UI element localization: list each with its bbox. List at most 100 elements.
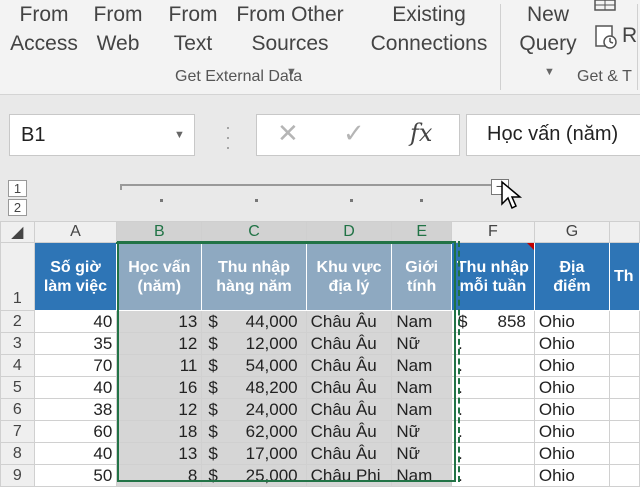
cell-location[interactable]: Ohio [533,442,610,465]
cell-empty[interactable] [608,376,640,399]
column-header-c[interactable]: C [201,221,307,244]
cell-region[interactable]: Châu Phi [305,464,393,487]
cell-region[interactable]: Châu Âu [305,442,393,465]
cell-empty[interactable] [608,420,640,443]
row-header[interactable]: 5 [0,376,35,399]
row-header[interactable]: 7 [0,420,35,443]
row-header[interactable]: 4 [0,354,35,377]
cell-education[interactable]: 18 [116,420,203,443]
cell-education[interactable]: 16 [116,376,203,399]
cell-hours[interactable]: 40 [33,376,118,399]
row-header[interactable]: 9 [0,464,35,487]
column-header-g[interactable]: G [533,221,610,243]
from-other-sources-button[interactable]: From Other Sources ▼ [232,0,348,78]
cell-weekly-income[interactable]: . [450,442,535,465]
cell-region[interactable]: Châu Âu [305,398,393,421]
column-header-h[interactable] [608,221,640,243]
row-header[interactable]: 8 [0,442,35,465]
cell-weekly-income[interactable]: . [450,398,535,421]
cell-empty[interactable] [608,310,640,333]
cell-region[interactable]: Châu Âu [305,376,393,399]
row-header[interactable]: 3 [0,332,35,355]
cell-location[interactable]: Ohio [533,420,610,443]
cell-hours[interactable]: 35 [33,332,118,355]
cell-hours[interactable]: 38 [33,398,118,421]
outline-level-1-button[interactable]: 1 [8,180,27,197]
row-header[interactable]: 2 [0,310,35,333]
cell-gender[interactable]: Nam [391,354,452,377]
name-box-dropdown-icon[interactable]: ▼ [174,129,185,141]
column-header-e[interactable]: E [391,221,452,244]
column-header-d[interactable]: D [305,221,393,244]
cell-annual-income[interactable]: $48,200 [201,376,307,399]
cell-region[interactable]: Châu Âu [305,354,393,377]
outline-level-2-button[interactable]: 2 [8,199,27,216]
header-cell-weekly-income[interactable]: Thu nhập mỗi tuần [450,242,535,311]
recent-sources-icon[interactable] [594,24,620,50]
formula-bar-grip-icon[interactable]: · · · [225,118,231,156]
header-cell-region[interactable]: Khu vực địa lý [305,242,393,311]
cell-gender[interactable]: Nam [391,376,452,399]
cell-empty[interactable] [608,354,640,377]
comment-indicator-icon[interactable] [526,243,534,250]
from-access-button[interactable]: From Access [10,0,78,62]
cell-gender[interactable]: Nữ [391,332,452,355]
cell-region[interactable]: Châu Âu [305,310,393,333]
cell-annual-income[interactable]: $44,000 [201,310,307,333]
cell-location[interactable]: Ohio [533,464,610,487]
cell-education[interactable]: 12 [116,398,203,421]
cell-empty[interactable] [608,332,640,355]
header-cell-education[interactable]: Học vấn (năm) [116,242,203,311]
header-cell-annual-income[interactable]: Thu nhập hàng năm [201,242,307,311]
from-text-button[interactable]: From Text [166,0,220,62]
cell-education[interactable]: 13 [116,442,203,465]
cell-gender[interactable]: Nữ [391,420,452,443]
from-web-button[interactable]: From Web [92,0,144,62]
cell-education[interactable]: 13 [116,310,203,333]
cell-empty[interactable] [608,442,640,465]
column-header-b[interactable]: B [116,221,203,244]
table-icon[interactable] [594,0,618,14]
row-header[interactable]: 6 [0,398,35,421]
cell-hours[interactable]: 70 [33,354,118,377]
select-all-corner[interactable]: ◢ [0,221,35,243]
cell-location[interactable]: Ohio [533,310,610,333]
cell-location[interactable]: Ohio [533,354,610,377]
header-cell-partial[interactable]: Th [608,242,640,311]
cell-weekly-income[interactable]: . [450,464,535,487]
cell-location[interactable]: Ohio [533,376,610,399]
cell-weekly-income[interactable]: . [450,420,535,443]
cell-gender[interactable]: Nữ [391,442,452,465]
cell-location[interactable]: Ohio [533,332,610,355]
cell-education[interactable]: 11 [116,354,203,377]
header-cell-location[interactable]: Địa điểm [533,242,610,311]
cell-empty[interactable] [608,464,640,487]
cell-education[interactable]: 12 [116,332,203,355]
header-cell-gender[interactable]: Giới tính [391,242,452,311]
cell-location[interactable]: Ohio [533,398,610,421]
cancel-icon[interactable]: ✕ [277,118,299,149]
cell-weekly-income[interactable]: . [450,332,535,355]
cell-gender[interactable]: Nam [391,398,452,421]
column-header-a[interactable]: A [33,221,118,243]
cell-education[interactable]: 8 [116,464,203,487]
cell-annual-income[interactable]: $24,000 [201,398,307,421]
cell-region[interactable]: Châu Âu [305,332,393,355]
row-header[interactable]: 1 [0,242,35,311]
header-cell-hours[interactable]: Số giờ làm việc [33,242,118,311]
cell-hours[interactable]: 40 [33,310,118,333]
cell-region[interactable]: Châu Âu [305,420,393,443]
cell-weekly-income[interactable]: . [450,376,535,399]
cell-gender[interactable]: Nam [391,464,452,487]
recent-sources-label[interactable]: R [622,24,637,48]
cell-annual-income[interactable]: $54,000 [201,354,307,377]
cell-hours[interactable]: 50 [33,464,118,487]
cell-empty[interactable] [608,398,640,421]
cell-annual-income[interactable]: $12,000 [201,332,307,355]
cell-gender[interactable]: Nam [391,310,452,333]
insert-function-icon[interactable]: fx [410,119,432,147]
cell-weekly-income[interactable]: . [450,354,535,377]
enter-check-icon[interactable]: ✓ [343,118,365,149]
cell-weekly-income[interactable]: $858 [450,310,535,333]
column-header-f[interactable]: F [450,221,535,243]
